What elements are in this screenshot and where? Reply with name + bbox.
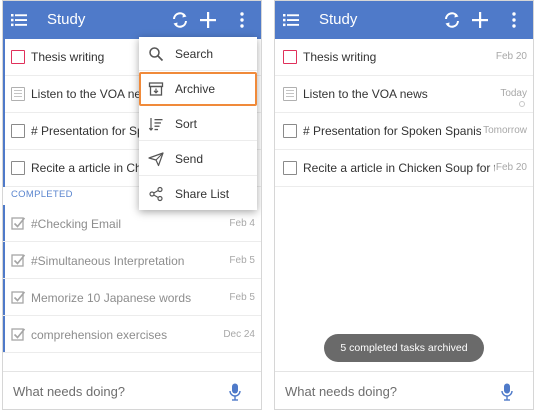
- task-title: Recite a article in Chicken Soup for t…: [303, 161, 495, 175]
- task-title: # Presentation for Sp: [31, 124, 139, 138]
- task-date: Feb 5: [229, 255, 255, 266]
- task-date: Feb 4: [229, 218, 255, 229]
- sync-icon[interactable]: [442, 10, 462, 30]
- task-date: Today: [500, 88, 527, 99]
- menu-item-label: Archive: [175, 82, 216, 96]
- note-icon[interactable]: [11, 87, 25, 101]
- task-checkbox[interactable]: [11, 161, 25, 175]
- task-row[interactable]: Thesis writing Feb 20: [275, 39, 533, 76]
- menu-item-sort[interactable]: Sort: [139, 107, 257, 141]
- sync-icon[interactable]: [170, 10, 190, 30]
- task-row[interactable]: Listen to the VOA news Today: [275, 76, 533, 113]
- list-menu-icon[interactable]: [9, 10, 29, 30]
- task-title: Thesis writing: [31, 50, 105, 64]
- task-date: Tomorrow: [483, 125, 527, 136]
- add-icon[interactable]: [198, 10, 218, 30]
- send-icon: [148, 152, 164, 167]
- list-menu-icon[interactable]: [281, 10, 301, 30]
- sort-icon: [148, 118, 163, 131]
- menu-item-search[interactable]: Search: [139, 37, 257, 71]
- task-title: Listen to the VOA news: [303, 87, 428, 101]
- completed-task-row[interactable]: Memorize 10 Japanese words Feb 5: [3, 279, 261, 316]
- task-title: #Checking Email: [31, 217, 122, 231]
- menu-item-label: Search: [175, 47, 214, 61]
- archive-icon: [148, 82, 164, 96]
- task-checkbox[interactable]: [11, 50, 25, 64]
- menu-item-label: Send: [175, 152, 204, 166]
- list-accent-bar: [3, 39, 5, 187]
- more-vert-icon[interactable]: [508, 10, 520, 30]
- new-task-bar: [275, 371, 533, 409]
- checked-checkbox-icon[interactable]: [11, 290, 26, 305]
- task-checkbox[interactable]: [283, 124, 297, 138]
- note-icon[interactable]: [283, 87, 297, 101]
- checked-checkbox-icon[interactable]: [11, 216, 26, 231]
- task-checkbox[interactable]: [283, 161, 297, 175]
- task-date: Dec 24: [223, 329, 255, 340]
- completed-task-row[interactable]: #Simultaneous Interpretation Feb 5: [3, 242, 261, 279]
- share-icon: [149, 186, 163, 202]
- menu-item-label: Sort: [175, 117, 198, 131]
- task-checkbox[interactable]: [283, 50, 297, 64]
- checked-checkbox-icon[interactable]: [11, 327, 26, 342]
- search-icon: [149, 47, 164, 62]
- task-title: Thesis writing: [303, 50, 377, 64]
- app-bar: Study: [3, 1, 261, 39]
- menu-item-share-list[interactable]: Share List: [139, 177, 257, 211]
- task-title: # Presentation for Spoken Spanis…: [303, 124, 481, 138]
- task-title: Memorize 10 Japanese words: [31, 291, 192, 305]
- completed-task-row[interactable]: comprehension exercises Dec 24: [3, 316, 261, 353]
- microphone-icon[interactable]: [229, 383, 241, 401]
- task-date: Feb 20: [495, 51, 527, 62]
- task-title: comprehension exercises: [31, 328, 168, 342]
- checked-checkbox-icon[interactable]: [11, 253, 26, 268]
- left-screen: Study Thesis writing Listen to the VOA n…: [2, 0, 262, 410]
- menu-item-send[interactable]: Send: [139, 142, 257, 176]
- task-date: Feb 5: [229, 292, 255, 303]
- right-screen: Study Thesis writing Feb 20 Listen to th…: [274, 0, 534, 410]
- new-task-input[interactable]: [3, 372, 203, 409]
- task-row[interactable]: Recite a article in Chicken Soup for t… …: [275, 150, 533, 187]
- reminder-icon: [519, 101, 525, 107]
- app-bar: Study: [275, 1, 533, 39]
- overflow-menu: Search Archive Sort Send Share List: [139, 37, 257, 210]
- task-title: #Simultaneous Interpretation: [31, 254, 185, 268]
- new-task-input[interactable]: [275, 372, 475, 409]
- menu-item-label: Share List: [175, 187, 230, 201]
- page-title: Study: [47, 11, 86, 28]
- page-title: Study: [319, 11, 358, 28]
- task-row[interactable]: # Presentation for Spoken Spanis… Tomorr…: [275, 113, 533, 150]
- more-vert-icon[interactable]: [236, 10, 248, 30]
- task-title: Listen to the VOA news: [31, 87, 139, 101]
- new-task-bar: [3, 371, 261, 409]
- microphone-icon[interactable]: [501, 383, 513, 401]
- task-title: Recite a article in Chi: [31, 161, 139, 175]
- add-icon[interactable]: [470, 10, 490, 30]
- task-checkbox[interactable]: [11, 124, 25, 138]
- snackbar-toast: 5 completed tasks archived: [324, 334, 484, 362]
- task-date: Feb 20: [495, 162, 527, 173]
- menu-item-archive[interactable]: Archive: [139, 72, 257, 106]
